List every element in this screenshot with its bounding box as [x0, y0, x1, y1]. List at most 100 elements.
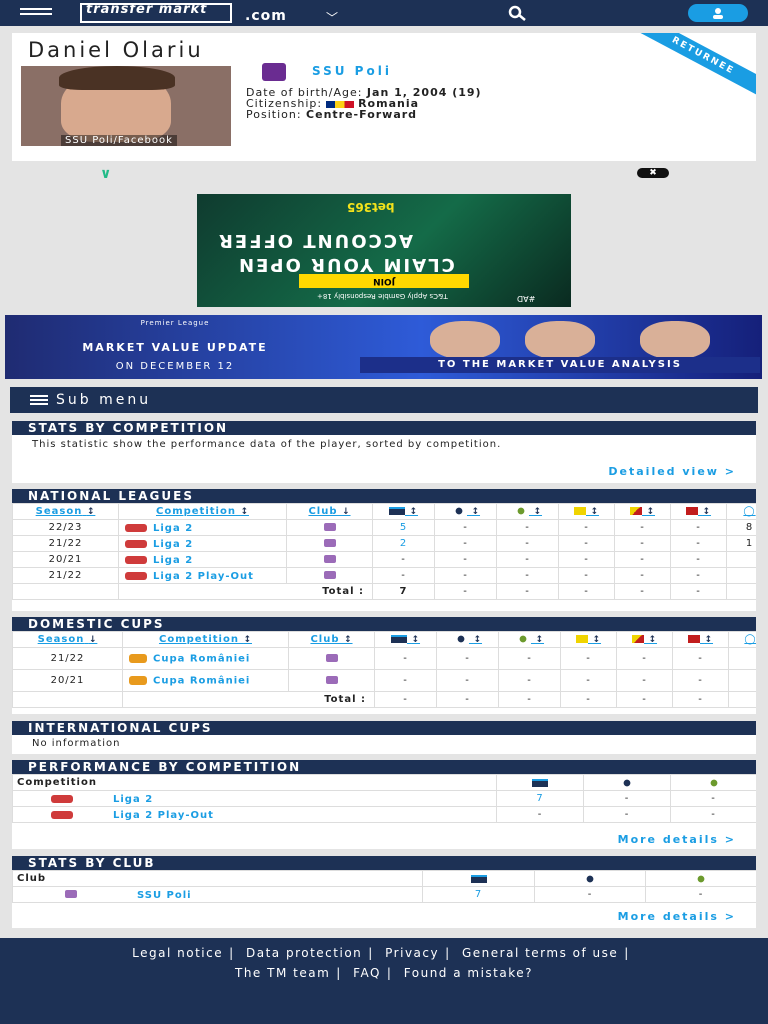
table-cell: -: [558, 535, 615, 552]
table-cell: [534, 870, 646, 887]
total-row: Total :------: [12, 691, 756, 708]
table-row: SSU Poli 7--: [12, 886, 756, 903]
returnee-badge: RETURNEE: [623, 33, 756, 104]
table-cell[interactable]: ↕: [672, 631, 729, 648]
table-cell: 7: [372, 583, 435, 600]
more-details-link[interactable]: More details >: [618, 833, 736, 846]
table-cell[interactable]: ↕: [434, 503, 497, 520]
table-cell: -: [670, 535, 727, 552]
national-leagues-table: Season ↕ Competition ↕ Club ↓ ↕ ↕ ↕ ↕ ↕ …: [12, 503, 756, 600]
table-row: 22/23 Liga 2 5-----8: [12, 519, 756, 536]
transfermarkt-logo[interactable]: transfer markt: [80, 3, 232, 23]
table-cell: [728, 669, 756, 692]
total-row: Total :7-----: [12, 583, 756, 600]
club-name-link[interactable]: SSU Poli: [312, 64, 392, 78]
table-cell: 21/22: [12, 535, 119, 552]
legal-notice-link[interactable]: Legal notice: [132, 946, 223, 960]
assists-icon: [705, 778, 722, 787]
assists-icon: [514, 635, 531, 643]
photo-caption: SSU Poli/Facebook: [61, 135, 177, 146]
table-cell[interactable]: ↕: [372, 503, 435, 520]
season-header[interactable]: Season ↕: [12, 503, 119, 520]
player-photo: SSU Poli/Facebook: [21, 66, 231, 146]
liga2-logo: [125, 571, 147, 580]
search-icon[interactable]: [497, 4, 537, 22]
chevron-down-icon[interactable]: ﹀: [326, 9, 338, 26]
goals-icon: [450, 507, 467, 515]
table-cell: [288, 669, 375, 692]
performance-section: PERFORMANCE BY COMPETITION Competition L…: [12, 760, 756, 849]
detailed-view-link[interactable]: Detailed view >: [608, 465, 736, 478]
table-cell[interactable]: ↕: [558, 503, 615, 520]
market-value-cta[interactable]: TO THE MARKET VALUE ANALYSIS: [360, 357, 760, 373]
expand-chevron-icon[interactable]: ∨: [100, 166, 111, 182]
appearances-icon: [388, 507, 405, 515]
table-cell: -: [534, 886, 646, 903]
domestic-cups-table: Season ↓ Competition ↕ Club ↕ ↕ ↕ ↕ ↕ ↕ …: [12, 631, 756, 708]
menu-icon[interactable]: [20, 8, 52, 19]
red-card-icon: [687, 635, 700, 643]
table-cell[interactable]: ↕: [670, 503, 727, 520]
table-cell: SSU Poli: [12, 886, 423, 903]
table-cell[interactable]: ↕: [616, 631, 673, 648]
found-mistake-link[interactable]: Found a mistake?: [404, 966, 533, 980]
table-row: 21/22 Liga 2 2-----1: [12, 535, 756, 552]
table-cell: -: [496, 567, 559, 584]
table-cell: -: [670, 567, 727, 584]
table-cell[interactable]: ◯: [728, 631, 756, 648]
club-header[interactable]: Club ↕: [288, 631, 375, 648]
join-button[interactable]: JOIN: [299, 274, 469, 288]
table-cell: [286, 519, 373, 536]
table-cell: 20/21: [12, 551, 119, 568]
table-cell: -: [434, 535, 497, 552]
privacy-link[interactable]: Privacy: [385, 946, 439, 960]
table-cell: -: [372, 551, 435, 568]
table-cell[interactable]: ↕: [436, 631, 499, 648]
terms-link[interactable]: General terms of use: [462, 946, 618, 960]
competition-header[interactable]: Competition ↕: [118, 503, 287, 520]
table-cell: -: [496, 551, 559, 568]
table-cell: -: [434, 567, 497, 584]
table-cell[interactable]: ↕: [374, 631, 437, 648]
table-cell: 5: [372, 519, 435, 536]
performance-table: Competition Liga 2 7-- Liga 2 Play-Out -…: [12, 774, 756, 823]
club-header[interactable]: Club ↓: [286, 503, 373, 520]
close-ad-icon[interactable]: ✖: [637, 168, 669, 178]
user-account-button[interactable]: [688, 4, 748, 22]
table-cell: -: [645, 886, 756, 903]
table-cell: [496, 774, 584, 791]
table-cell: [728, 647, 756, 670]
liga2-logo: [51, 794, 73, 803]
table-cell[interactable]: ↕: [498, 631, 561, 648]
market-value-banner[interactable]: Premier League MARKET VALUE UPDATE ON DE…: [5, 315, 762, 379]
table-cell: [726, 567, 756, 584]
goals-icon: [619, 778, 635, 787]
table-cell[interactable]: ↕: [614, 503, 671, 520]
table-cell: [726, 583, 756, 600]
table-row: 21/22 Liga 2 Play-Out ------: [12, 567, 756, 584]
appearances-icon: [390, 635, 407, 643]
national-leagues-section: NATIONAL LEAGUES Season ↕ Competition ↕ …: [12, 489, 756, 611]
tm-team-link[interactable]: The TM team: [235, 966, 330, 980]
competition-header[interactable]: Competition ↕: [122, 631, 289, 648]
second-yellow-icon: [629, 507, 642, 515]
table-cell: -: [374, 647, 437, 670]
table-cell: 20/21: [12, 669, 123, 692]
table-cell: 22/23: [12, 519, 119, 536]
bet365-ad-banner[interactable]: bet365 CLAIM YOUR OPEN ACCOUNT OFFER JOI…: [197, 194, 571, 307]
faq-link[interactable]: FAQ: [353, 966, 381, 980]
table-cell: -: [434, 551, 497, 568]
table-cell: -: [496, 583, 559, 600]
table-cell: -: [672, 669, 729, 692]
season-header[interactable]: Season ↓: [12, 631, 123, 648]
more-details-link[interactable]: More details >: [618, 910, 736, 923]
club-logo[interactable]: [262, 63, 286, 81]
table-cell[interactable]: ↕: [560, 631, 617, 648]
domain-selector[interactable]: .com: [245, 8, 287, 24]
table-cell: [286, 567, 373, 584]
sub-menu-toggle[interactable]: Sub menu: [10, 387, 758, 413]
table-cell: -: [560, 647, 617, 670]
table-cell[interactable]: ◯: [726, 503, 756, 520]
table-cell[interactable]: ↕: [496, 503, 559, 520]
data-protection-link[interactable]: Data protection: [246, 946, 362, 960]
